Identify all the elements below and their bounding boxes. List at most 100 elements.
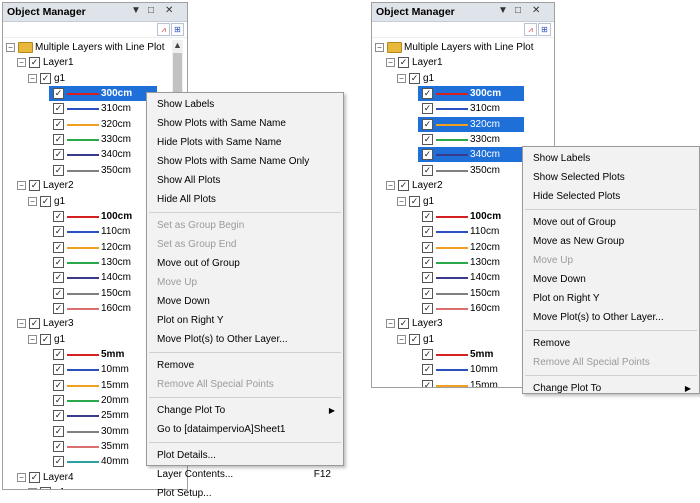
tree-root-item[interactable]: − Multiple Layers with Line Plot bbox=[3, 40, 167, 55]
tree-plot-item[interactable]: ✓ 330cm bbox=[418, 132, 524, 147]
collapse-icon[interactable]: − bbox=[386, 319, 395, 329]
menu-item-hide-plots-with-same-name[interactable]: Hide Plots with Same Name bbox=[147, 133, 343, 152]
tree-plot-item[interactable]: ✓ 15mm bbox=[418, 378, 524, 387]
collapse-icon[interactable]: − bbox=[17, 58, 26, 68]
visibility-checkbox[interactable]: ✓ bbox=[53, 364, 64, 376]
tree-plot-item[interactable]: ✓ 130cm bbox=[418, 255, 524, 270]
chart-icon[interactable]: ⩘ bbox=[524, 23, 537, 36]
visibility-checkbox[interactable]: ✓ bbox=[422, 210, 433, 222]
tree-plot-item[interactable]: ✓ 5mm bbox=[49, 347, 157, 362]
visibility-checkbox[interactable]: ✓ bbox=[398, 57, 409, 69]
visibility-checkbox[interactable]: ✓ bbox=[53, 395, 64, 407]
visibility-checkbox[interactable]: ✓ bbox=[409, 72, 420, 84]
tree-plot-item[interactable]: ✓ 350cm bbox=[418, 163, 524, 178]
visibility-checkbox[interactable]: ✓ bbox=[422, 287, 433, 299]
menu-item-show-labels[interactable]: Show Labels bbox=[147, 95, 343, 114]
tree-plot-item[interactable]: ✓ 20mm bbox=[49, 393, 157, 408]
menu-item-plot-details[interactable]: Plot Details... bbox=[147, 446, 343, 465]
visibility-checkbox[interactable]: ✓ bbox=[422, 164, 433, 176]
menu-item-remove-all-special-points[interactable]: Remove All Special Points bbox=[523, 353, 699, 372]
tree-plot-item[interactable]: ✓ 320cm bbox=[418, 116, 524, 132]
tree-plot-item[interactable]: ✓ 150cm bbox=[49, 286, 157, 301]
tree-plot-item[interactable]: ✓ 140cm bbox=[418, 270, 524, 285]
restore-icon[interactable]: □ bbox=[515, 5, 521, 16]
visibility-checkbox[interactable]: ✓ bbox=[53, 226, 64, 238]
menu-item-hide-all-plots[interactable]: Hide All Plots bbox=[147, 190, 343, 209]
visibility-checkbox[interactable]: ✓ bbox=[422, 364, 433, 376]
tree-layer-item[interactable]: − ✓ Layer2 bbox=[3, 178, 167, 193]
tree-plot-item[interactable]: ✓ 310cm bbox=[418, 101, 524, 116]
menu-item-plot-setup[interactable]: Plot Setup... bbox=[147, 484, 343, 503]
visibility-checkbox[interactable]: ✓ bbox=[53, 379, 64, 391]
tree-plot-item[interactable]: ✓ 110cm bbox=[49, 224, 157, 239]
visibility-checkbox[interactable]: ✓ bbox=[422, 256, 433, 268]
visibility-checkbox[interactable]: ✓ bbox=[422, 272, 433, 284]
tree-group-item[interactable]: −✓g1 bbox=[372, 71, 534, 86]
tree-plot-item[interactable]: ✓ 160cm bbox=[49, 301, 157, 316]
visibility-checkbox[interactable]: ✓ bbox=[422, 302, 433, 314]
tree-group-item[interactable]: −✓g1 bbox=[372, 194, 534, 209]
pin-dropdown-icon[interactable]: ▼ bbox=[498, 5, 508, 16]
restore-icon[interactable]: □ bbox=[148, 5, 154, 16]
collapse-icon[interactable]: − bbox=[397, 334, 406, 344]
menu-item-show-labels[interactable]: Show Labels bbox=[523, 149, 699, 168]
close-icon[interactable]: ✕ bbox=[165, 5, 173, 16]
visibility-checkbox[interactable]: ✓ bbox=[29, 471, 40, 483]
collapse-icon[interactable]: − bbox=[28, 334, 37, 344]
visibility-checkbox[interactable]: ✓ bbox=[422, 88, 433, 100]
visibility-checkbox[interactable]: ✓ bbox=[422, 349, 433, 360]
pin-dropdown-icon[interactable]: ▼ bbox=[131, 5, 141, 16]
menu-item-show-all-plots[interactable]: Show All Plots bbox=[147, 171, 343, 190]
visibility-checkbox[interactable]: ✓ bbox=[53, 210, 64, 222]
tree-plot-item[interactable]: ✓ 300cm bbox=[418, 86, 524, 102]
visibility-checkbox[interactable]: ✓ bbox=[422, 241, 433, 253]
collapse-icon[interactable]: − bbox=[28, 196, 37, 206]
tree-plot-item[interactable]: ✓ 340cm bbox=[49, 147, 157, 162]
menu-item-change-plot-to[interactable]: Change Plot To ▶ bbox=[523, 379, 699, 398]
visibility-checkbox[interactable]: ✓ bbox=[53, 118, 64, 130]
tree-plot-item[interactable]: ✓ 10mm bbox=[418, 362, 524, 377]
visibility-checkbox[interactable]: ✓ bbox=[53, 241, 64, 253]
visibility-checkbox[interactable]: ✓ bbox=[53, 134, 64, 146]
menu-item-plot-on-right-y[interactable]: Plot on Right Y bbox=[147, 311, 343, 330]
tree-plot-item[interactable]: ✓ 25mm bbox=[49, 408, 157, 423]
tree-plot-item[interactable]: ✓ 120cm bbox=[418, 240, 524, 255]
collapse-icon[interactable]: − bbox=[28, 73, 37, 83]
visibility-checkbox[interactable]: ✓ bbox=[409, 333, 420, 345]
menu-item-remove-all-special-points[interactable]: Remove All Special Points bbox=[147, 375, 343, 394]
menu-item-move-out-of-group[interactable]: Move out of Group bbox=[523, 213, 699, 232]
collapse-icon[interactable]: − bbox=[375, 43, 384, 52]
tree-plot-item[interactable]: ✓ 10mm bbox=[49, 362, 157, 377]
menu-item-move-plot-s-to-other-layer[interactable]: Move Plot(s) to Other Layer... bbox=[147, 330, 343, 349]
tree-plot-item[interactable]: ✓ 160cm bbox=[418, 301, 524, 316]
tree-group-item[interactable]: −✓g1 bbox=[3, 194, 167, 209]
menu-item-remove[interactable]: Remove bbox=[147, 356, 343, 375]
layer-icon[interactable]: ⊞ bbox=[538, 23, 551, 36]
tree-group-item[interactable]: −✓g1 bbox=[372, 332, 534, 347]
close-icon[interactable]: ✕ bbox=[532, 5, 540, 16]
visibility-checkbox[interactable]: ✓ bbox=[422, 103, 433, 115]
tree-plot-item[interactable]: ✓ 15mm bbox=[49, 378, 157, 393]
visibility-checkbox[interactable]: ✓ bbox=[40, 333, 51, 345]
visibility-checkbox[interactable]: ✓ bbox=[53, 456, 64, 468]
menu-item-move-down[interactable]: Move Down bbox=[523, 270, 699, 289]
menu-item-change-plot-to[interactable]: Change Plot To ▶ bbox=[147, 401, 343, 420]
tree-plot-item[interactable]: ✓ 140cm bbox=[49, 270, 157, 285]
menu-item-plot-on-right-y[interactable]: Plot on Right Y bbox=[523, 289, 699, 308]
menu-item-move-up[interactable]: Move Up bbox=[147, 273, 343, 292]
tree-plot-item[interactable]: ✓ 130cm bbox=[49, 255, 157, 270]
menu-item-go-to-dataimpervioa-sheet1[interactable]: Go to [dataimpervioA]Sheet1 bbox=[147, 420, 343, 439]
menu-item-move-as-new-group[interactable]: Move as New Group bbox=[523, 232, 699, 251]
tree-layer-item[interactable]: − ✓ Layer4 bbox=[3, 470, 167, 485]
scroll-up-icon[interactable]: ▲ bbox=[172, 40, 183, 50]
tree-root-item[interactable]: − Multiple Layers with Line Plot bbox=[372, 40, 534, 55]
visibility-checkbox[interactable]: ✓ bbox=[409, 195, 420, 207]
visibility-checkbox[interactable]: ✓ bbox=[29, 318, 40, 330]
tree-layer-item[interactable]: − ✓ Layer3 bbox=[372, 316, 534, 331]
tree-plot-item[interactable]: ✓ 5mm bbox=[418, 347, 524, 362]
visibility-checkbox[interactable]: ✓ bbox=[422, 149, 433, 161]
visibility-checkbox[interactable]: ✓ bbox=[422, 134, 433, 146]
collapse-icon[interactable]: − bbox=[6, 43, 15, 52]
tree-plot-item[interactable]: ✓ 330cm bbox=[49, 132, 157, 147]
visibility-checkbox[interactable]: ✓ bbox=[53, 441, 64, 453]
